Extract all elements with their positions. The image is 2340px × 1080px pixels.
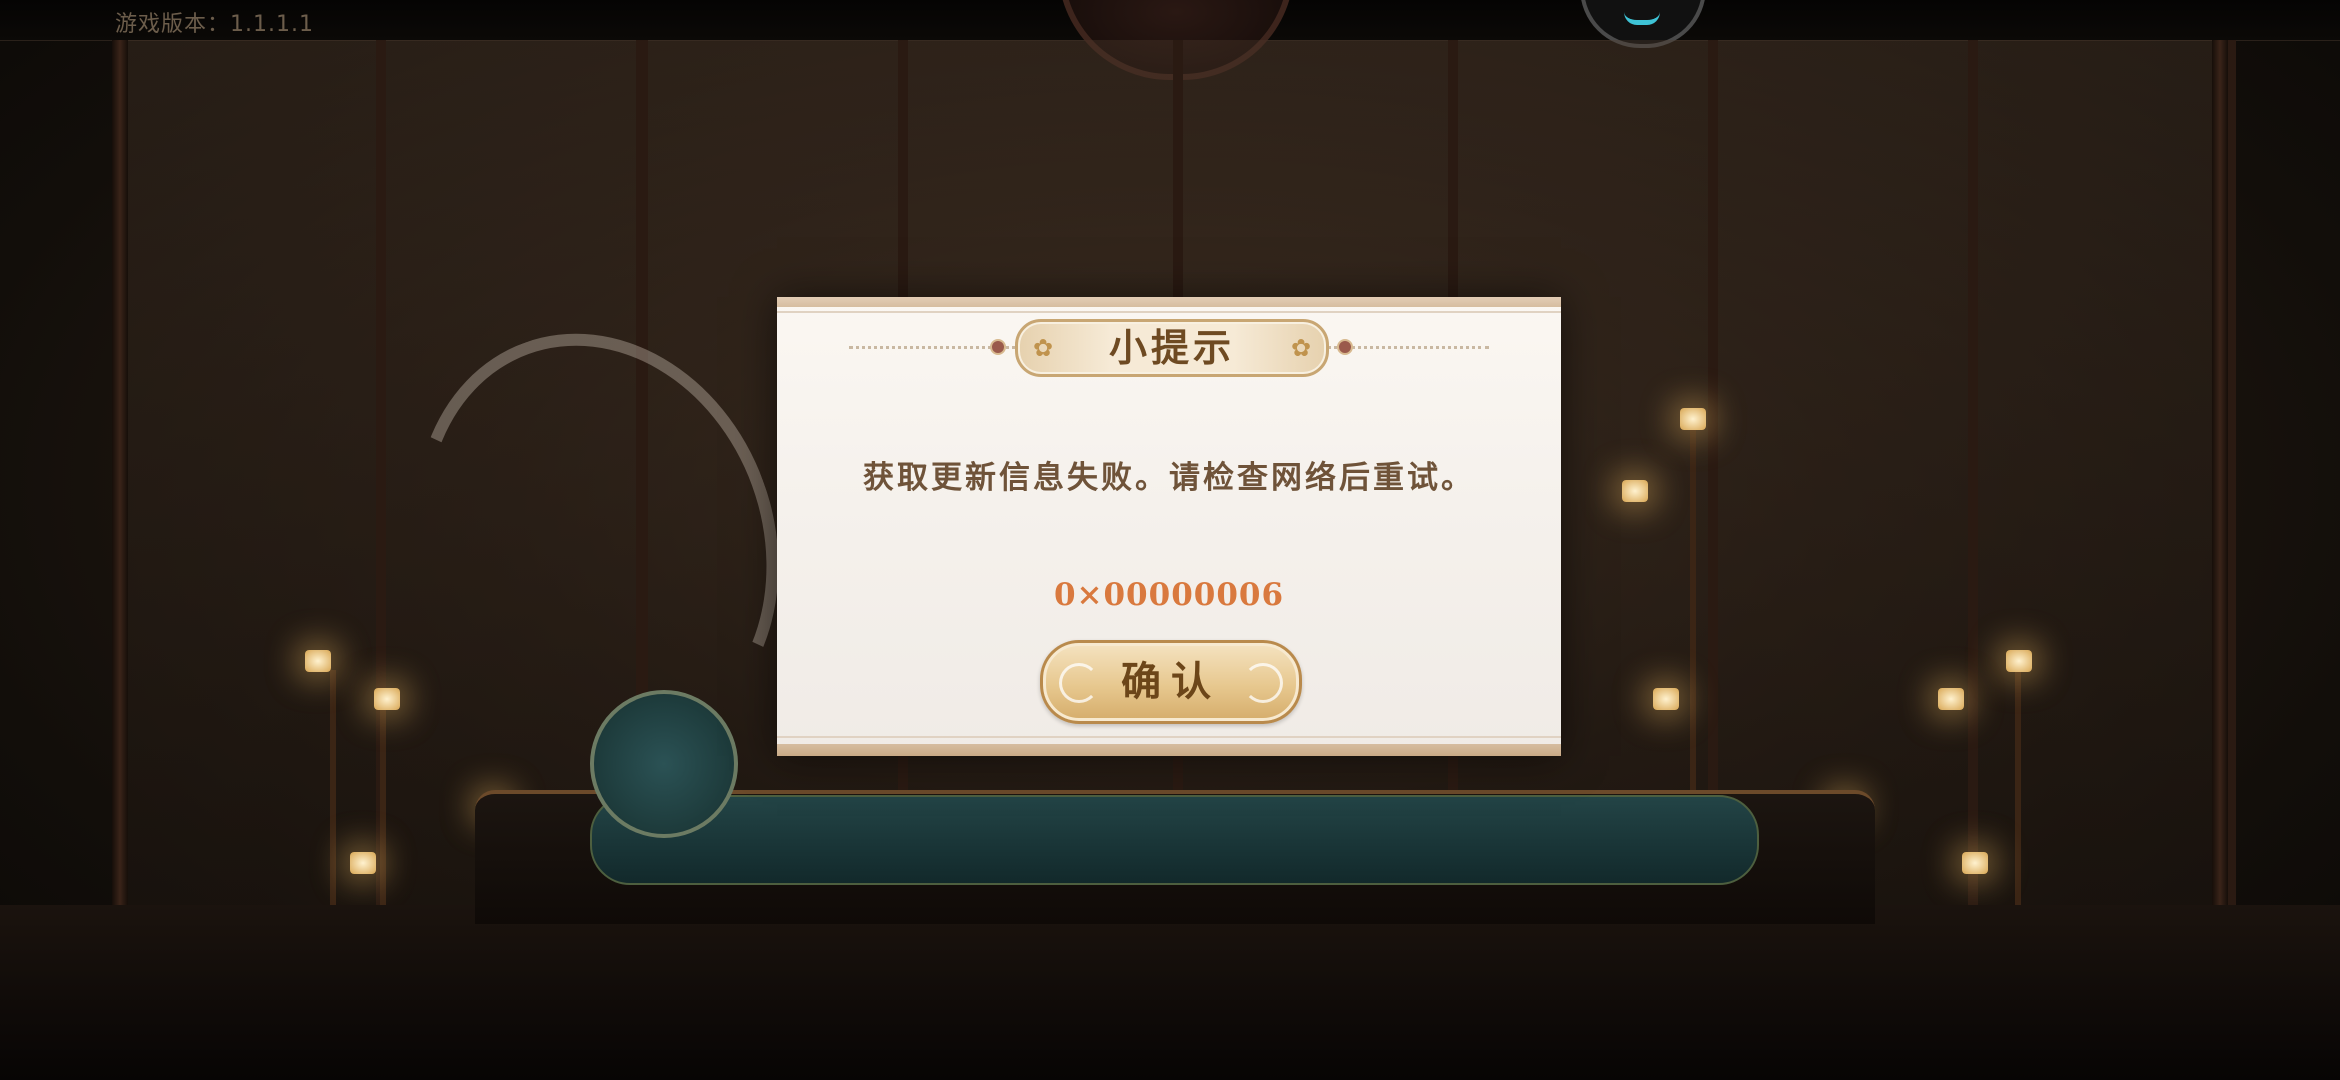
- candle: [1680, 408, 1706, 430]
- flower-icon: ✿: [1290, 334, 1312, 362]
- dialog-title: 小提示: [1108, 325, 1235, 370]
- dialog-bottom-band: [777, 744, 1561, 756]
- candle: [350, 852, 376, 874]
- confirm-button[interactable]: 确认: [1040, 640, 1302, 724]
- dialog-message: 获取更新信息失败。请检查网络后重试。: [863, 460, 1475, 496]
- candle: [1653, 688, 1679, 710]
- candle: [305, 650, 331, 672]
- candle: [2006, 650, 2032, 672]
- divider: [777, 736, 1561, 738]
- bolster-pillow: [590, 690, 738, 838]
- knot-icon: [990, 339, 1006, 355]
- screen-panel: [1970, 40, 2236, 905]
- title-plaque: ✿ 小提示 ✿: [1015, 319, 1329, 377]
- candle: [1962, 852, 1988, 874]
- pillar: [112, 40, 128, 920]
- swirl-icon: [1243, 663, 1283, 703]
- candle: [374, 688, 400, 710]
- daybed-cushion: [590, 795, 1759, 885]
- flower-icon: ✿: [1032, 334, 1054, 362]
- pillar: [2212, 40, 2228, 920]
- candle-stand: [1690, 420, 1696, 820]
- screen-panel: [1710, 40, 1976, 905]
- confirm-button-label: 确认: [1121, 658, 1221, 705]
- floor: [0, 905, 2340, 1080]
- version-label: 游戏版本：1.1.1.1: [115, 12, 314, 37]
- screen-panel: [118, 40, 384, 905]
- error-code: 0×00000006: [1053, 577, 1285, 613]
- divider: [777, 311, 1561, 313]
- alert-dialog: ✿ 小提示 ✿ 获取更新信息失败。请检查网络后重试。 0×00000006 确认: [777, 297, 1561, 756]
- candle: [1622, 480, 1648, 502]
- candle: [1938, 688, 1964, 710]
- knot-icon: [1337, 339, 1353, 355]
- game-background: 游戏版本：1.1.1.1 ✿ 小提示 ✿ 获取更新信息失败。请检查网络后重试。 …: [0, 0, 2340, 1080]
- swirl-icon: [1059, 663, 1099, 703]
- dialog-top-band: [777, 297, 1561, 307]
